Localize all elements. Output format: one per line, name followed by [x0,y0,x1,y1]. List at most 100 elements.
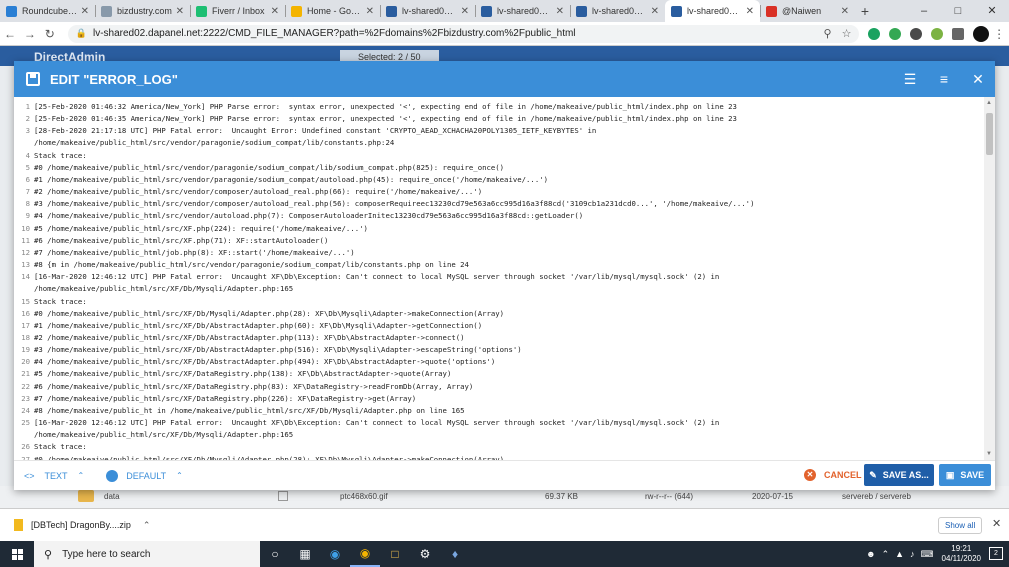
file-owner: servereb / servereb [842,492,911,501]
save-as-label: SAVE AS... [882,470,929,480]
line-text: [25-Feb-2020 01:46:35 America/New_York] … [34,114,737,124]
tab-close-icon[interactable]: ✕ [366,6,374,17]
cortana-icon[interactable]: ○ [260,547,290,561]
theme-select[interactable]: DEFAULT ⌃ [94,469,183,482]
reload-icon[interactable]: ↻ [40,27,60,41]
line-text: #6 /home/makeaive/public_html/src/XF.php… [34,235,329,245]
line-number: 5 [25,162,30,172]
browser-tab[interactable]: lv-shared02.da ✕ [380,0,475,22]
chevron-up-icon: ⌃ [77,471,85,480]
extension-leaf-icon[interactable] [931,27,944,40]
clock-time: 19:21 [951,544,972,553]
url-input[interactable]: 🔒 lv-shared02.dapanel.net:2222/CMD_FILE_… [67,24,860,43]
line-number: 23 [21,393,30,403]
wrap-icon[interactable]: ≡ [927,71,961,87]
show-all-button[interactable]: Show all [938,517,983,534]
download-item[interactable]: [DBTech] DragonBy....zip ⌃ [14,519,150,531]
settings-icon[interactable]: ⚙ [410,547,440,561]
volume-icon[interactable]: ♪ [910,549,915,559]
tab-favicon-icon [6,5,17,17]
tab-close-icon[interactable]: ✕ [176,6,184,17]
editor-line: 19 #3 /home/makeaive/public_html/src/XF/D… [14,344,982,356]
tab-close-icon[interactable]: ✕ [556,6,564,17]
notification-icon[interactable]: 2 [989,547,1003,560]
folder-name[interactable]: data [104,492,120,501]
line-text: Stack trace: [34,150,87,160]
browser-tab[interactable]: @Naiwen ✕ [760,0,855,22]
task-view-icon[interactable]: ▦ [290,547,320,561]
taskbar: ⚲ Type here to search ○ ▦ ◉ ◉ □ ⚙ ♦ ☻ ⌃ … [0,541,1009,567]
tab-favicon-icon [291,5,302,17]
chevron-up-icon[interactable]: ⌃ [143,520,151,531]
cancel-button[interactable]: ✕ CANCEL [804,469,862,481]
text-mode-select[interactable]: <> TEXT ⌃ [24,471,84,481]
editor-line: 20 #4 /home/makeaive/public_html/src/XF/D… [14,356,982,368]
start-button[interactable] [0,548,34,560]
scroll-up-icon[interactable]: ▲ [986,100,992,106]
browser-tab[interactable]: lv-shared02.da ✕ [475,0,570,22]
taskbar-search[interactable]: ⚲ Type here to search [34,541,260,567]
line-number: 11 [21,235,30,245]
tab-close-icon[interactable]: ✕ [651,6,659,17]
save-as-button[interactable]: ✎ SAVE AS... [864,464,934,486]
window-controls: – □ ✕ [907,0,1009,22]
maximize-icon[interactable]: □ [941,0,975,22]
dialog-footer: <> TEXT ⌃ DEFAULT ⌃ ✕ CANCEL ✎ SAVE AS..… [14,460,995,490]
browser-tab[interactable]: Fiverr / Inbox ✕ [190,0,285,22]
line-text: #2 /home/makeaive/public_html/src/vendor… [34,187,483,197]
floppy-icon: ▣ [945,469,955,480]
bookmark-star-icon[interactable]: ☆ [842,27,852,40]
browser-tab[interactable]: Home - Google ✕ [285,0,380,22]
forward-icon[interactable]: → [20,27,40,41]
file-size: 69.37 KB [545,492,578,501]
close-window-icon[interactable]: ✕ [975,0,1009,22]
extensions-puzzle-icon[interactable] [952,27,965,40]
editor-line: 26 Stack trace: [14,441,982,453]
line-text: #5 /home/makeaive/public_html/src/XF.php… [34,223,368,233]
edge-icon[interactable]: ◉ [320,547,350,561]
editor-line: 2 [25-Feb-2020 01:46:35 America/New_York]… [14,113,982,125]
save-button[interactable]: ▣ SAVE [939,464,991,486]
tab-close-icon[interactable]: ✕ [841,6,849,17]
tab-close-icon[interactable]: ✕ [81,6,89,17]
browser-tab[interactable]: lv-shared02.da ✕ [570,0,665,22]
code-editor[interactable]: 1 [25-Feb-2020 01:46:32 America/New_York]… [14,97,995,460]
scrollbar-thumb[interactable] [986,113,993,155]
tab-close-icon[interactable]: ✕ [461,6,469,17]
tab-close-icon[interactable]: ✕ [746,6,754,17]
new-tab-button[interactable]: + [855,0,875,22]
editor-line: 9 #4 /home/makeaive/public_html/src/vendo… [14,210,982,222]
list-icon[interactable]: ☰ [893,71,927,88]
close-downloads-icon[interactable]: ✕ [992,517,1001,530]
tray-arrow-icon[interactable]: ⌃ [882,549,890,560]
extension-grammarly-icon[interactable] [868,27,881,40]
extension-q-icon[interactable] [889,27,902,40]
back-icon[interactable]: ← [0,27,20,41]
chrome-icon[interactable]: ◉ [350,541,380,567]
browser-tab[interactable]: Roundcube We✕ [0,0,95,22]
minimize-icon[interactable]: – [907,0,941,22]
editor-line: 10 #5 /home/makeaive/public_html/src/XF.p… [14,223,982,235]
browser-tab[interactable]: bizdustry.com ✕ [95,0,190,22]
file-explorer-icon[interactable]: □ [380,547,410,561]
edit-file-dialog: EDIT "ERROR_LOG" ☰ ≡ ✕ 1 [25-Feb-2020 01:… [14,61,995,490]
line-text: #0 /home/makeaive/public_html/src/XF/Db/… [34,308,505,318]
scroll-down-icon[interactable]: ▼ [986,451,992,457]
network-icon[interactable]: ▲ [895,549,904,559]
keyboard-icon[interactable]: ⌨ [921,549,934,560]
vertical-scrollbar[interactable]: ▲ ▼ [984,97,995,460]
zoom-icon[interactable]: ⚲ [824,27,832,40]
close-dialog-icon[interactable]: ✕ [961,71,995,88]
clock[interactable]: 19:21 04/11/2020 [942,544,981,564]
tab-close-icon[interactable]: ✕ [271,6,279,17]
editor-line: 23 #7 /home/makeaive/public_html/src/XF/D… [14,393,982,405]
row-checkbox[interactable] [278,491,288,501]
line-number: 19 [21,345,30,355]
browser-menu-icon[interactable]: ⋮ [989,27,1009,41]
profile-avatar[interactable] [973,25,990,42]
people-icon[interactable]: ☻ [866,549,875,559]
browser-tab[interactable]: lv-shared02.da ✕ [665,0,760,22]
app-icon[interactable]: ♦ [440,547,470,561]
file-name[interactable]: ptc468x60.gif [340,492,388,501]
extension-dark-icon[interactable] [910,27,923,40]
